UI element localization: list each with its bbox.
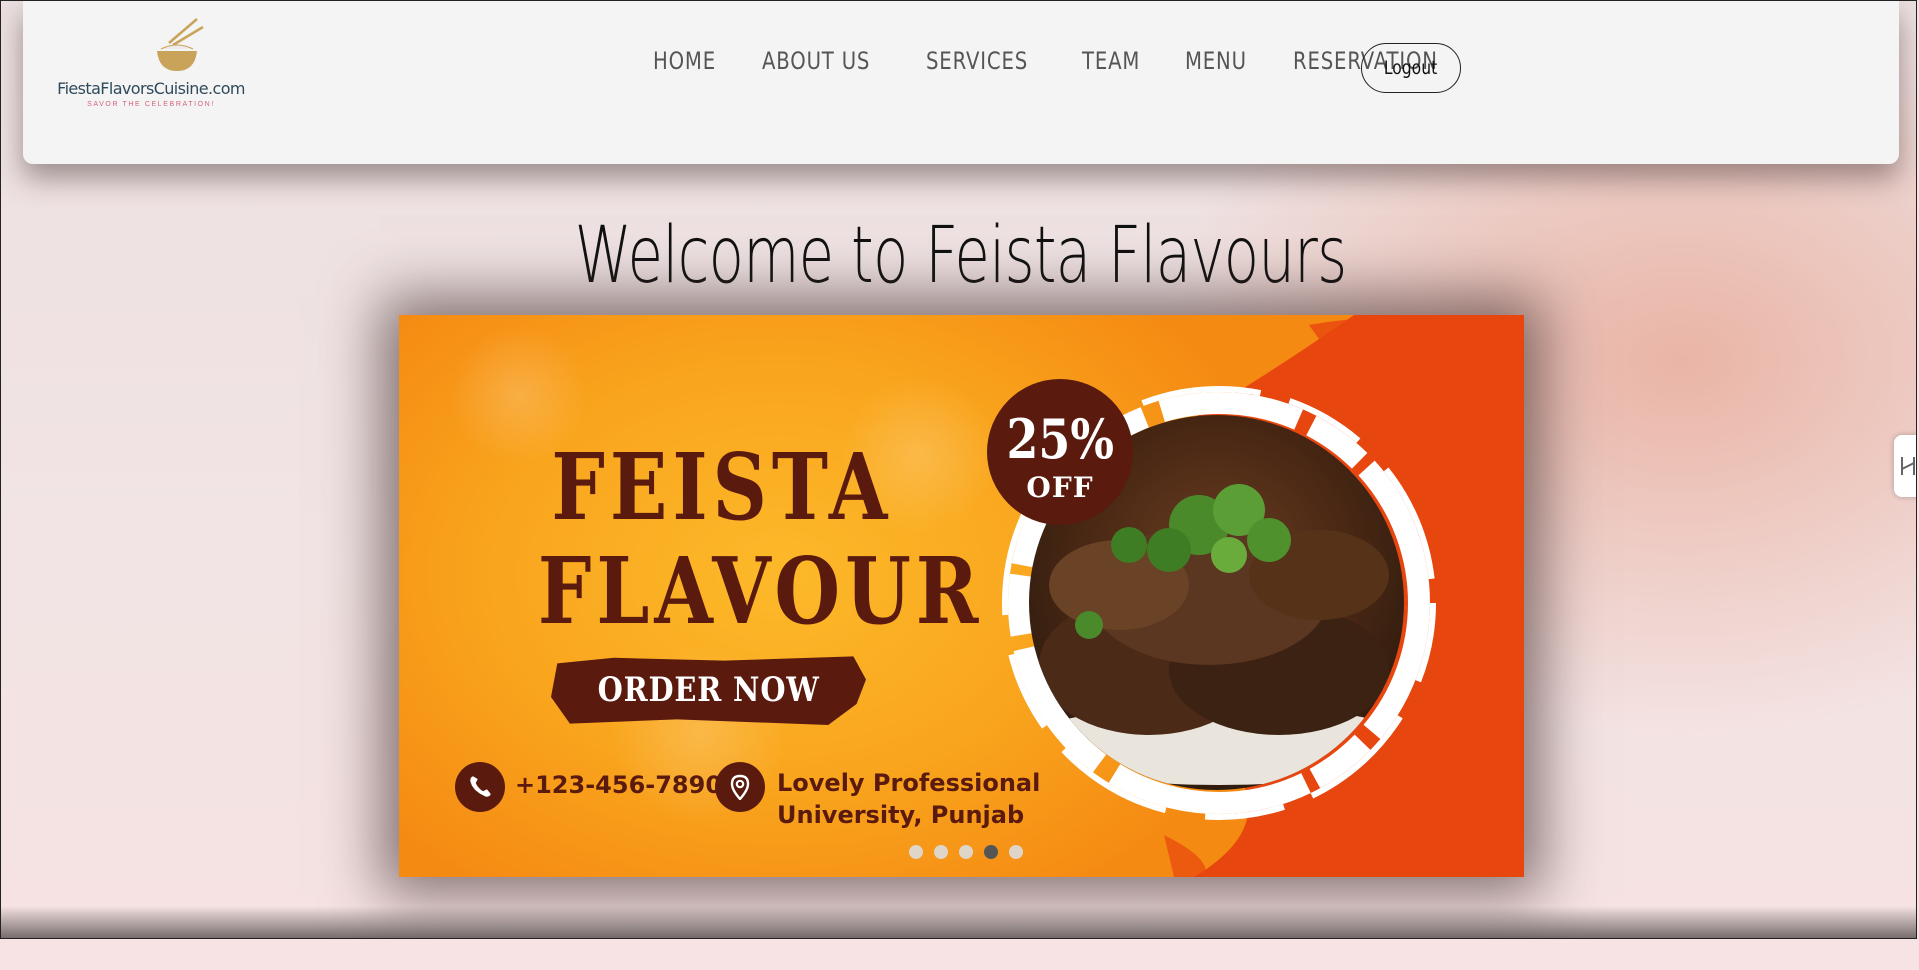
carousel-dot-3[interactable] [959, 845, 973, 859]
order-now-label: ORDER NOW [597, 670, 820, 710]
page-bottom-strip [0, 939, 1919, 970]
carousel-dot-5[interactable] [1009, 845, 1023, 859]
noodle-bowl-icon [157, 18, 204, 71]
logout-button[interactable]: Logout [1361, 43, 1461, 93]
side-tab-icon [1901, 457, 1915, 475]
address-line1: Lovely Professional [777, 769, 1041, 797]
phone-number: +123-456-7890 [515, 771, 723, 799]
nav-team[interactable]: TEAM [1082, 47, 1140, 77]
discount-value: 25% [987, 407, 1133, 471]
banner-title-line1: FEISTA [514, 433, 914, 541]
nav-about-us[interactable]: ABOUT US [762, 47, 870, 77]
address-line2: University, Punjab [777, 801, 1025, 829]
banner-title-line2: FLAVOUR [489, 537, 979, 645]
banner-title-line1-text: FEISTA [551, 433, 893, 541]
hero-banner-slide: 25% OFF FEISTA FLAVOUR ORDER NOW +123-45… [399, 315, 1524, 877]
bottom-shadow [1, 906, 1916, 938]
banner-title-line2-text: FLAVOUR [537, 537, 984, 645]
discount-value-text: 25% [1006, 407, 1114, 471]
carousel-dot-4[interactable] [984, 845, 998, 859]
site-logo[interactable]: FiestaFlavorsCuisine.com SAVOR THE CELEB… [51, 11, 251, 111]
carousel-dot-2[interactable] [934, 845, 948, 859]
carousel-dot-1[interactable] [909, 845, 923, 859]
welcome-title-text: Welcome to Feista Flavours [574, 211, 1348, 301]
location-pin-icon [715, 762, 765, 812]
discount-badge: 25% OFF [987, 379, 1133, 525]
navbar: FiestaFlavorsCuisine.com SAVOR THE CELEB… [23, 1, 1899, 164]
logo-tagline: SAVOR THE CELEBRATION! [87, 101, 215, 108]
discount-label: OFF [1026, 471, 1094, 504]
logout-label: Logout [1384, 57, 1438, 79]
side-tab[interactable] [1894, 435, 1916, 497]
welcome-title: Welcome to Feista Flavours [1, 211, 1916, 301]
logo-name: FiestaFlavorsCuisine.com [57, 79, 245, 98]
page-frame: FiestaFlavorsCuisine.com SAVOR THE CELEB… [0, 0, 1917, 939]
carousel-indicators [909, 845, 1023, 859]
nav-services[interactable]: SERVICES [926, 47, 1028, 77]
address: Lovely Professional University, Punjab [777, 767, 1040, 831]
phone-icon [455, 762, 505, 812]
nav-menu[interactable]: MENU [1185, 47, 1247, 77]
order-now-button[interactable]: ORDER NOW [551, 656, 866, 725]
main-nav: HOME ABOUT US SERVICES TEAM MENU RESERVA… [653, 47, 1469, 77]
nav-home[interactable]: HOME [653, 47, 716, 77]
